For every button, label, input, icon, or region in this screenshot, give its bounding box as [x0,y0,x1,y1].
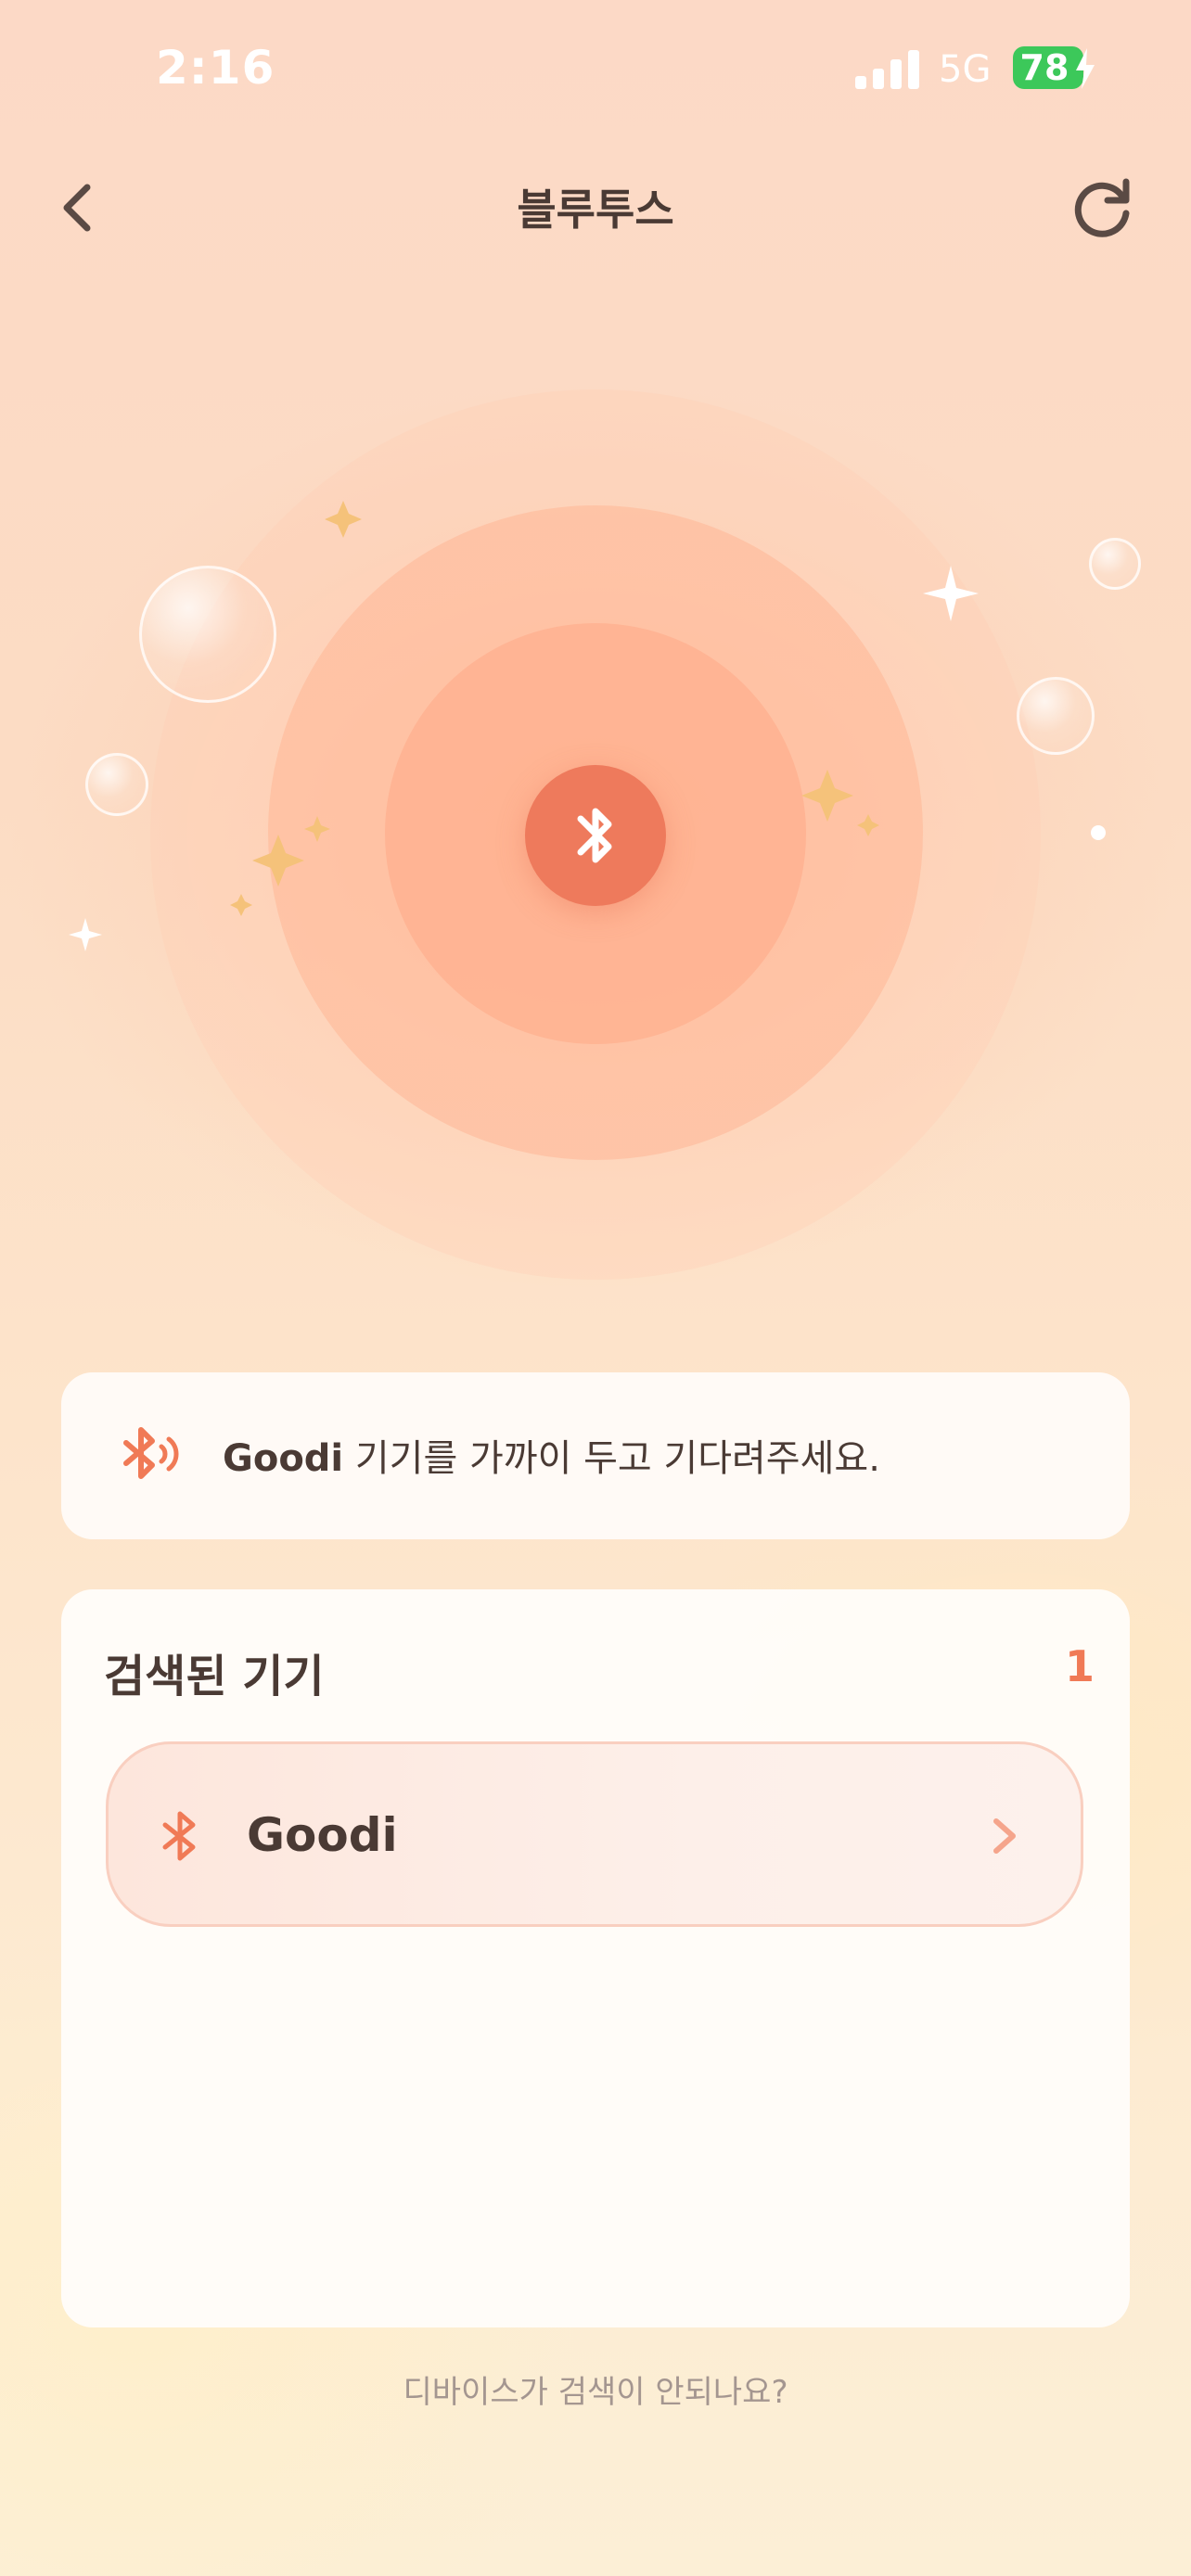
sparkle-decor-icon [69,501,1106,951]
bluetooth-scan-button [525,765,666,906]
help-link[interactable]: 디바이스가 검색이 안되나요? [0,2366,1191,2412]
bluetooth-icon [162,1811,196,1861]
device-count: 1 [1064,1641,1095,1691]
bluetooth-icon [577,808,612,863]
info-brand: Goodi [223,1437,344,1480]
chevron-right-icon [993,1818,1016,1854]
info-message-text: 기기를 가까이 두고 기다려주세요. [343,1437,880,1480]
bluetooth-searching-icon [123,1427,179,1479]
info-message: Goodi 기기를 가까이 두고 기다려주세요. [223,1428,880,1482]
device-name: Goodi [247,1808,398,1862]
device-list-title: 검색된 기기 [104,1651,325,1702]
